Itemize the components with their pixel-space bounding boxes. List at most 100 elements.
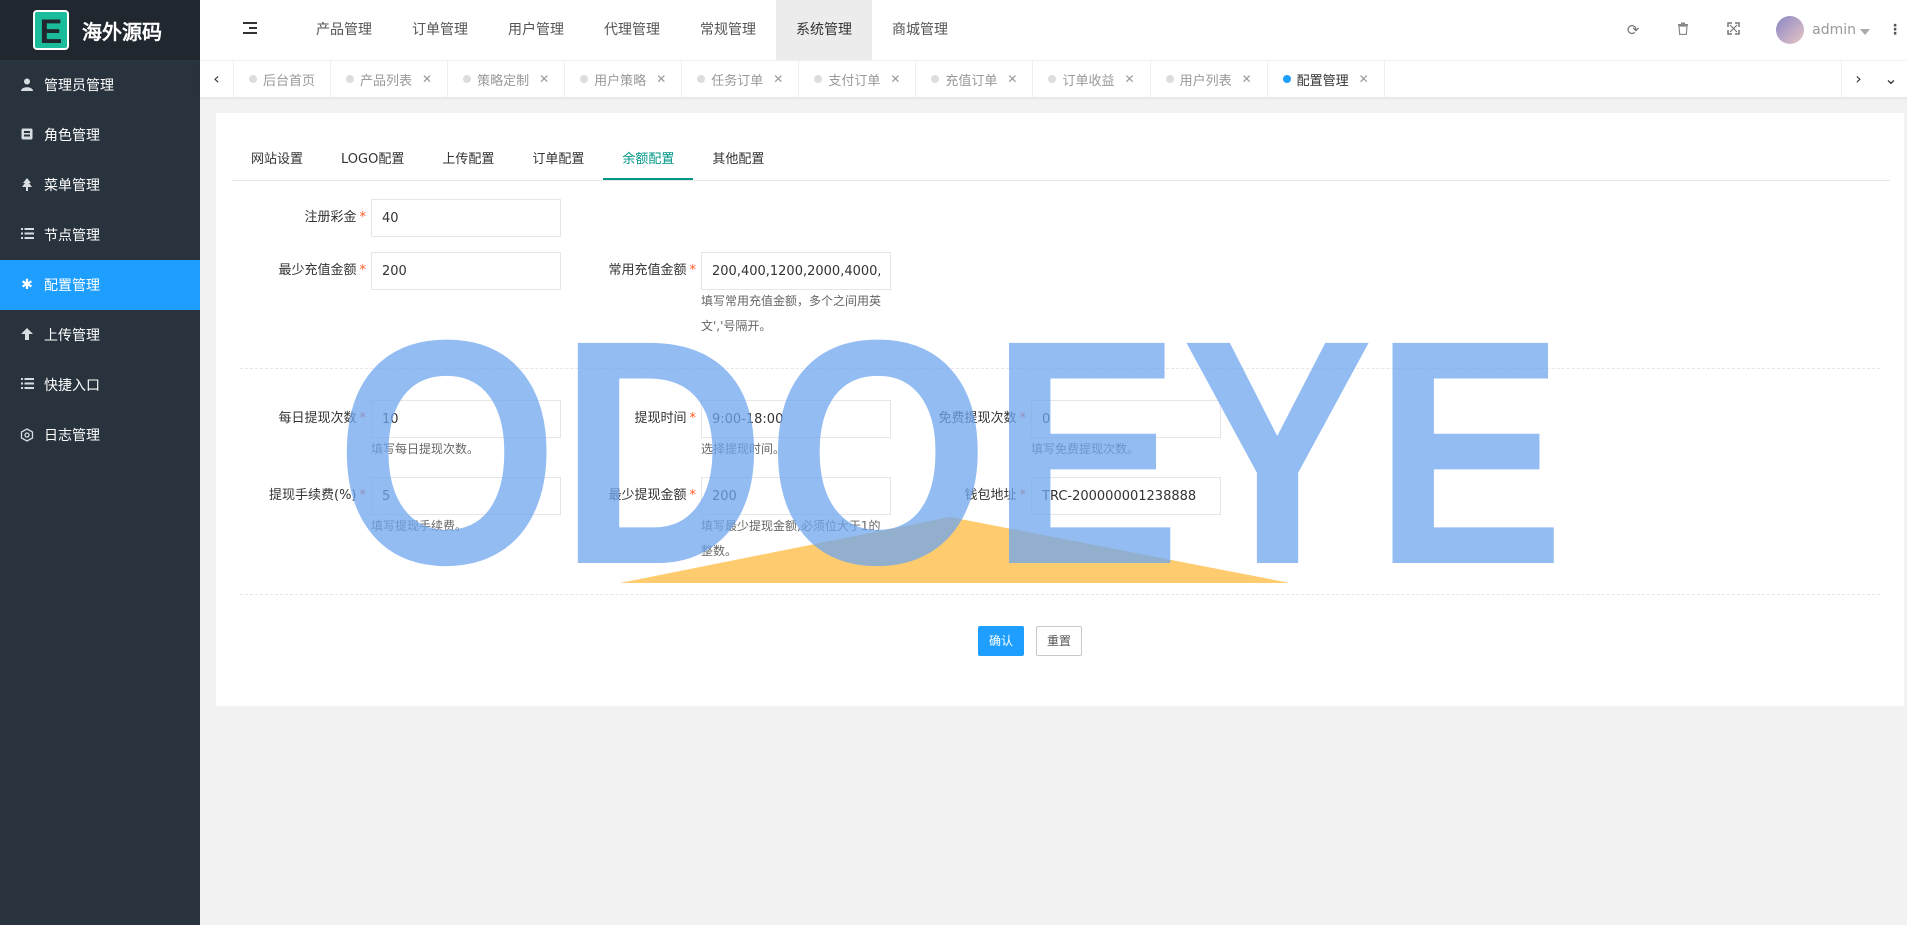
subtab-balance[interactable]: 余额配置	[603, 140, 694, 180]
sidebar-item-admin[interactable]: 管理员管理	[0, 60, 200, 110]
close-icon[interactable]: ✕	[1125, 72, 1135, 86]
sidebar-item-log[interactable]: 日志管理	[0, 410, 200, 460]
sidebar-item-label: 快捷入口	[44, 378, 100, 394]
topnav-item-agent[interactable]: 代理管理	[584, 0, 680, 60]
free-withdraw-input[interactable]	[1031, 400, 1221, 438]
tab-recharge-order[interactable]: 充值订单 ✕	[916, 61, 1034, 97]
subtab-order[interactable]: 订单配置	[513, 140, 603, 180]
sidebar-item-label: 日志管理	[44, 428, 100, 444]
tab-dot	[931, 75, 940, 83]
sidebar-item-upload[interactable]: 上传管理	[0, 310, 200, 360]
top-header: 产品管理 订单管理 用户管理 代理管理 常规管理 系统管理 商城管理 ⟳ adm…	[200, 0, 1907, 61]
tab-label: 后台首页	[263, 73, 316, 89]
sidebar-item-label: 上传管理	[44, 328, 100, 344]
min-recharge-input[interactable]	[371, 252, 561, 290]
trash-icon[interactable]	[1658, 21, 1708, 39]
sidebar-item-label: 配置管理	[44, 278, 100, 294]
sidebar-item-node[interactable]: 节点管理	[0, 210, 200, 260]
chevron-down-icon[interactable]: ⌄	[1875, 61, 1907, 97]
close-icon[interactable]: ✕	[890, 72, 900, 86]
chevron-left-icon[interactable]: ‹	[200, 61, 234, 97]
tab-user-list[interactable]: 用户列表 ✕	[1151, 61, 1268, 97]
chevron-right-icon[interactable]: ›	[1841, 61, 1875, 97]
label-text: 提现时间	[634, 411, 687, 426]
withdraw-fee-label: 提现手续费(%) *	[216, 477, 366, 515]
list-icon	[20, 378, 34, 392]
sidebar-item-label: 角色管理	[44, 128, 100, 144]
sidebar-item-role[interactable]: 角色管理	[0, 110, 200, 160]
label-text: 每日提现次数	[278, 411, 357, 426]
tab-order-income[interactable]: 订单收益 ✕	[1033, 61, 1151, 97]
tab-dot	[1048, 75, 1057, 83]
tab-task-order[interactable]: 任务订单 ✕	[682, 61, 800, 97]
fullscreen-icon[interactable]	[1708, 21, 1758, 39]
sidebar-item-menu[interactable]: 菜单管理	[0, 160, 200, 210]
username[interactable]: admin	[1812, 22, 1856, 38]
more-vertical-icon[interactable]: ⋮	[1888, 22, 1902, 38]
topnav-item-system[interactable]: 系统管理	[776, 0, 872, 60]
confirm-button[interactable]: 确认	[978, 626, 1025, 656]
close-icon[interactable]: ✕	[773, 72, 783, 86]
common-recharge-input[interactable]	[701, 252, 891, 290]
divider	[240, 594, 1880, 595]
close-icon[interactable]: ✕	[656, 72, 666, 86]
daily-withdraw-input[interactable]	[371, 400, 561, 438]
label-text: 钱包地址	[964, 488, 1017, 503]
label-text: 免费提现次数	[938, 411, 1017, 426]
logo[interactable]: E 海外源码	[0, 0, 200, 60]
subtab-other[interactable]: 其他配置	[693, 140, 783, 180]
top-nav: 产品管理 订单管理 用户管理 代理管理 常规管理 系统管理 商城管理	[296, 0, 968, 60]
menu-toggle-icon[interactable]	[243, 22, 257, 36]
reset-button[interactable]: 重置	[1036, 626, 1083, 656]
wallet-address-input[interactable]	[1031, 477, 1221, 515]
close-icon[interactable]: ✕	[1007, 72, 1017, 86]
required-mark: *	[1019, 488, 1027, 503]
sidebar-item-shortcut[interactable]: 快捷入口	[0, 360, 200, 410]
topnav-item-order[interactable]: 订单管理	[392, 0, 488, 60]
tab-config[interactable]: 配置管理 ✕	[1268, 61, 1385, 97]
tab-product-list[interactable]: 产品列表 ✕	[331, 61, 449, 97]
topnav-item-user[interactable]: 用户管理	[488, 0, 584, 60]
sidebar-menu: 管理员管理 角色管理 菜单管理 节点管理 ✱ 配置管理 上传管理 快捷入口 日志…	[0, 60, 200, 460]
tab-user-strategy[interactable]: 用户策略 ✕	[565, 61, 683, 97]
register-bonus-input[interactable]	[371, 199, 561, 237]
tab-strategy[interactable]: 策略定制 ✕	[448, 61, 566, 97]
list-icon	[20, 228, 34, 242]
daily-withdraw-help: 填写每日提现次数。	[371, 442, 480, 456]
close-icon[interactable]: ✕	[422, 72, 432, 86]
tab-label: 产品列表	[360, 73, 413, 89]
close-icon[interactable]: ✕	[1242, 72, 1252, 86]
tab-home[interactable]: 后台首页	[234, 61, 332, 97]
withdraw-time-input[interactable]	[701, 400, 891, 438]
subtab-logo[interactable]: LOGO配置	[322, 140, 423, 180]
tab-dot	[697, 75, 706, 83]
topnav-item-general[interactable]: 常规管理	[680, 0, 776, 60]
tree-icon	[20, 178, 34, 192]
required-mark: *	[689, 263, 697, 278]
subtab-upload[interactable]: 上传配置	[423, 140, 513, 180]
page-tabs: 后台首页 产品列表 ✕ 策略定制 ✕ 用户策略 ✕ 任务订单 ✕ 支付订单 ✕ 充值订单 ✕…	[234, 61, 1385, 97]
close-icon[interactable]: ✕	[539, 72, 549, 86]
refresh-icon[interactable]: ⟳	[1608, 21, 1658, 39]
close-icon[interactable]: ✕	[1359, 72, 1369, 86]
avatar[interactable]	[1776, 16, 1805, 44]
sidebar-item-config[interactable]: ✱ 配置管理	[0, 260, 200, 310]
role-icon	[20, 128, 34, 142]
arrow-up-icon	[20, 328, 34, 342]
wallet-address-label: 钱包地址 *	[876, 477, 1026, 515]
topnav-item-product[interactable]: 产品管理	[296, 0, 392, 60]
min-withdraw-input[interactable]	[701, 477, 891, 515]
tab-label: 支付订单	[828, 73, 881, 89]
brand-name: 海外源码	[82, 19, 162, 44]
topnav-item-mall[interactable]: 商城管理	[872, 0, 968, 60]
sidebar: E 海外源码 管理员管理 角色管理 菜单管理 节点管理 ✱ 配置管理 上传管理 …	[0, 0, 200, 925]
gear-icon: ✱	[21, 277, 33, 293]
required-mark: *	[689, 488, 697, 503]
withdraw-fee-input[interactable]	[371, 477, 561, 515]
tab-dot	[1282, 75, 1291, 83]
subtab-site[interactable]: 网站设置	[232, 140, 322, 180]
tab-label: 任务订单	[711, 73, 764, 89]
tab-pay-order[interactable]: 支付订单 ✕	[799, 61, 917, 97]
chevron-down-icon[interactable]	[1860, 28, 1870, 35]
page-tabs-bar: ‹ 后台首页 产品列表 ✕ 策略定制 ✕ 用户策略 ✕ 任务订单 ✕ 支付订单 ✕ 充值订…	[200, 61, 1907, 98]
